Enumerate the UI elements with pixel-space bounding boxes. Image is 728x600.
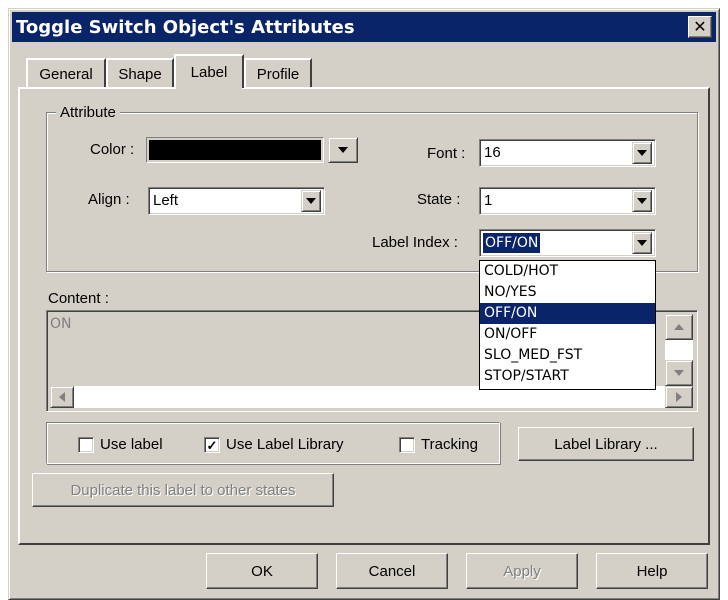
- list-item[interactable]: NO/YES: [480, 282, 655, 303]
- chevron-down-icon: [306, 198, 316, 204]
- scroll-down-button[interactable]: [665, 360, 693, 386]
- scroll-left-button[interactable]: [50, 386, 74, 408]
- align-dropdown-button[interactable]: [301, 190, 321, 212]
- list-item[interactable]: ON/OFF: [480, 324, 655, 345]
- state-select[interactable]: 1: [479, 187, 656, 215]
- label-index-dropdown-button[interactable]: [632, 232, 652, 254]
- align-label: Align :: [88, 191, 130, 208]
- state-dropdown-button[interactable]: [632, 190, 652, 212]
- state-label: State :: [417, 191, 461, 208]
- list-item[interactable]: SLO_MED_FST: [480, 345, 655, 366]
- use-label-checkbox[interactable]: [78, 437, 94, 453]
- vertical-scroll-track[interactable]: [665, 340, 693, 360]
- label-index-dropdown-list[interactable]: COLD/HOT NO/YES OFF/ON ON/OFF SLO_MED_FS…: [479, 260, 656, 390]
- duplicate-label-button[interactable]: Duplicate this label to other states: [32, 473, 334, 507]
- use-label-library-label[interactable]: Use Label Library: [226, 434, 344, 456]
- active-tab-join: [176, 86, 242, 90]
- label-index-value: OFF/ON: [483, 233, 541, 253]
- scroll-right-button[interactable]: [665, 386, 693, 408]
- ok-button[interactable]: OK: [206, 553, 318, 589]
- chevron-down-icon: [637, 150, 647, 156]
- list-item[interactable]: STOP/START: [480, 366, 655, 387]
- tab-profile[interactable]: Profile: [244, 58, 312, 88]
- tab-general[interactable]: General: [26, 58, 106, 88]
- chevron-down-icon: [674, 370, 684, 376]
- color-dropdown-button[interactable]: [328, 137, 358, 163]
- close-button[interactable]: ✕: [688, 16, 712, 38]
- align-select[interactable]: Left: [148, 187, 325, 215]
- scroll-up-button[interactable]: [665, 314, 693, 340]
- apply-button[interactable]: Apply: [466, 553, 578, 589]
- list-item-selected[interactable]: OFF/ON: [480, 303, 655, 324]
- list-item[interactable]: COLD/HOT: [480, 261, 655, 282]
- chevron-down-icon: [637, 198, 647, 204]
- content-text: ON: [50, 316, 72, 332]
- font-label: Font :: [427, 145, 466, 162]
- tab-general-label: General: [39, 65, 93, 83]
- chevron-down-icon: [637, 240, 647, 246]
- close-icon: ✕: [693, 17, 707, 36]
- cancel-button[interactable]: Cancel: [336, 553, 448, 589]
- chevron-right-icon: [676, 392, 682, 402]
- tab-shape[interactable]: Shape: [106, 58, 174, 88]
- font-value: 16: [484, 144, 501, 161]
- tab-shape-label: Shape: [118, 65, 162, 83]
- chevron-left-icon: [59, 392, 65, 402]
- attribute-group-title: Attribute: [56, 103, 120, 123]
- chevron-down-icon: [338, 147, 348, 153]
- dialog-title: Toggle Switch Object's Attributes: [16, 17, 355, 38]
- state-value: 1: [484, 192, 493, 209]
- chevron-up-icon: [674, 324, 684, 330]
- use-label-library-checkbox[interactable]: ✓: [204, 437, 220, 453]
- check-icon: ✓: [206, 437, 218, 453]
- font-select[interactable]: 16: [479, 139, 656, 167]
- tab-label[interactable]: Label: [174, 54, 244, 88]
- tab-profile-label: Profile: [256, 65, 300, 83]
- color-field[interactable]: [146, 137, 324, 163]
- use-label-label[interactable]: Use label: [100, 434, 163, 456]
- tracking-checkbox[interactable]: [399, 437, 415, 453]
- tab-label-label: Label: [190, 63, 228, 81]
- content-label: Content :: [48, 290, 109, 307]
- font-dropdown-button[interactable]: [632, 142, 652, 164]
- label-index-select[interactable]: OFF/ON: [479, 229, 656, 257]
- tracking-label[interactable]: Tracking: [421, 434, 478, 456]
- label-library-button[interactable]: Label Library ...: [518, 427, 694, 461]
- help-button[interactable]: Help: [596, 553, 708, 589]
- align-value: Left: [153, 192, 179, 209]
- label-index-label: Label Index :: [372, 234, 458, 251]
- color-label: Color :: [90, 141, 135, 158]
- color-swatch: [149, 140, 321, 160]
